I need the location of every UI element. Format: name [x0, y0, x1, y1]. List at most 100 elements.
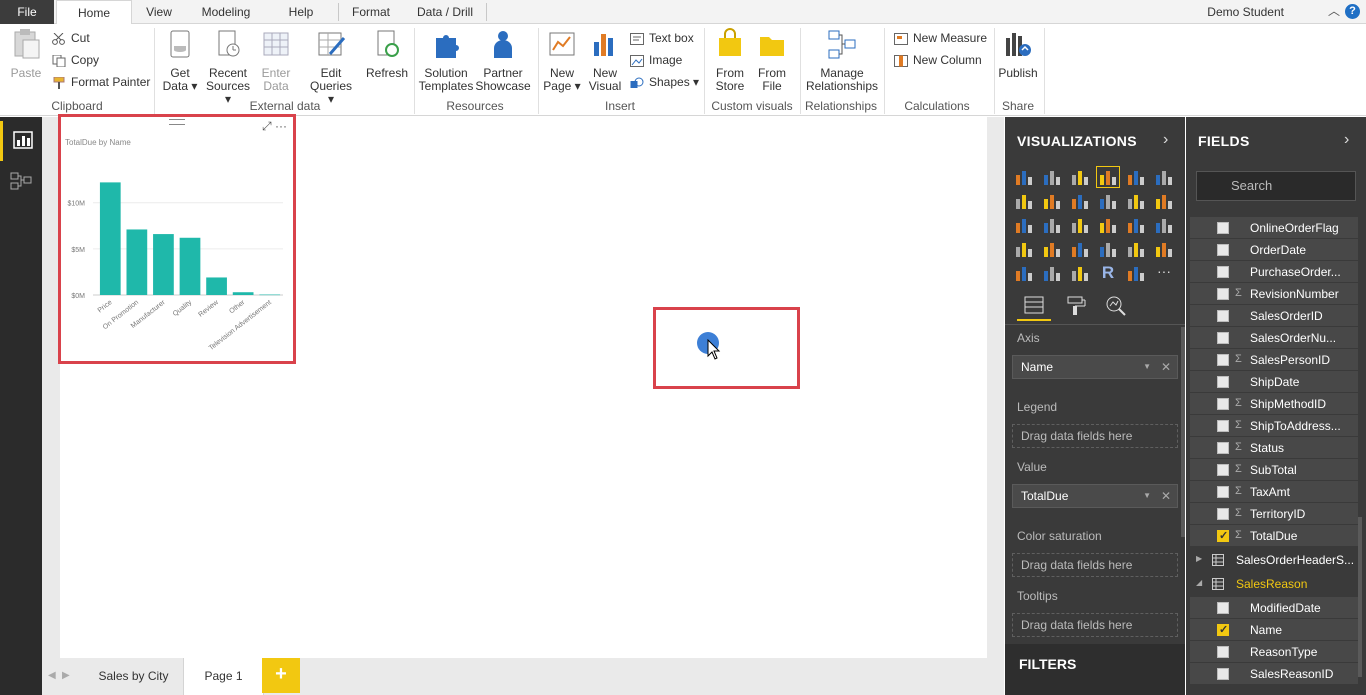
collapsed-arrow-icon[interactable]: ▶ — [1196, 554, 1202, 563]
treemap-chart-icon[interactable] — [1125, 215, 1147, 235]
tab-modeling[interactable]: Modeling — [190, 0, 262, 24]
field-checkbox[interactable] — [1217, 442, 1229, 454]
tab-view[interactable]: View — [136, 0, 182, 24]
field-checkbox[interactable] — [1217, 623, 1229, 636]
more-options-icon[interactable]: ··· — [275, 119, 287, 133]
multi-row-card-chart-icon[interactable] — [1125, 239, 1147, 259]
field-row[interactable]: Σ ShipToAddress... — [1190, 415, 1358, 437]
field-row[interactable]: Name — [1190, 619, 1358, 641]
table-row[interactable]: ▶ SalesOrderHeaderS... — [1190, 548, 1362, 572]
stacked-column-chart-icon[interactable] — [1041, 167, 1063, 187]
fields-scrollbar[interactable] — [1358, 517, 1362, 677]
copy-button[interactable]: Copy — [52, 50, 99, 70]
field-row[interactable]: Σ SalesPersonID — [1190, 349, 1358, 371]
field-row[interactable]: Σ ShipMethodID — [1190, 393, 1358, 415]
format-painter-button[interactable]: Format Painter — [52, 72, 150, 92]
kpi-chart-icon[interactable] — [1153, 239, 1175, 259]
publish-button[interactable]: Publish — [998, 28, 1038, 80]
waterfall-chart-icon[interactable] — [1013, 215, 1035, 235]
map-chart-icon[interactable] — [1153, 215, 1175, 235]
slicer-chart-icon[interactable] — [1013, 263, 1035, 283]
more-chart-icon[interactable]: ··· — [1153, 263, 1175, 283]
enter-data-button[interactable]: Enter Data — [256, 28, 296, 93]
chevron-up-icon[interactable]: ︿ — [1328, 0, 1340, 22]
cut-button[interactable]: Cut — [52, 28, 90, 48]
field-checkbox[interactable] — [1217, 508, 1229, 520]
r-script-chart-icon[interactable]: R — [1097, 263, 1119, 283]
globe-chart-icon[interactable] — [1125, 263, 1147, 283]
analytics-tab[interactable] — [1099, 293, 1133, 321]
field-checkbox[interactable] — [1217, 354, 1229, 366]
from-file-button[interactable]: From File — [752, 28, 792, 93]
table-chart-icon[interactable] — [1041, 263, 1063, 283]
field-checkbox[interactable] — [1217, 376, 1229, 388]
focus-mode-icon[interactable]: ⤢ — [262, 119, 272, 133]
format-tab[interactable] — [1059, 293, 1093, 321]
clustered-bar-chart-icon[interactable] — [1069, 167, 1091, 187]
next-page-arrow-icon[interactable]: ▶ — [62, 670, 70, 681]
edit-queries-button[interactable]: Edit Queries ▾ — [306, 28, 356, 106]
bar-chart-visual[interactable]: ⤢ ··· TotalDue by Name $10M $5M $0M Price On… — [58, 114, 296, 364]
partner-showcase-button[interactable]: Partner Showcase — [474, 28, 532, 93]
field-checkbox[interactable] — [1217, 646, 1229, 658]
field-row[interactable]: ShipDate — [1190, 371, 1358, 393]
collapse-visualizations-icon[interactable]: › — [1163, 131, 1168, 149]
collapse-fields-icon[interactable]: › — [1344, 131, 1349, 149]
from-store-button[interactable]: From Store — [710, 28, 750, 93]
canvas-scrollbar[interactable] — [988, 117, 1004, 658]
remove-icon[interactable]: ✕ — [1161, 356, 1171, 378]
field-checkbox[interactable] — [1217, 464, 1229, 476]
field-checkbox[interactable] — [1217, 668, 1229, 680]
fields-search-input[interactable]: Search — [1196, 171, 1356, 201]
user-name[interactable]: Demo Student — [1207, 0, 1284, 24]
text-box-button[interactable]: Text box — [630, 28, 694, 48]
tab-data-drill[interactable]: Data / Drill — [410, 0, 480, 24]
new-page-button[interactable]: New Page ▾ — [542, 28, 582, 93]
funnel-chart-icon[interactable] — [1041, 239, 1063, 259]
solution-templates-button[interactable]: Solution Templates — [418, 28, 474, 93]
new-visual-button[interactable]: New Visual — [586, 28, 624, 93]
stacked-area-chart-icon[interactable] — [1069, 191, 1091, 211]
dropdown-arrow-icon[interactable]: ▼ — [1143, 356, 1151, 378]
paste-button[interactable]: Paste — [8, 28, 44, 80]
recent-sources-button[interactable]: Recent Sources ▾ — [202, 28, 254, 106]
prev-page-arrow-icon[interactable]: ◀ — [48, 670, 56, 681]
value-well[interactable]: TotalDue ▼ ✕ — [1012, 484, 1178, 508]
field-checkbox[interactable] — [1217, 486, 1229, 498]
field-row[interactable]: Σ SubTotal — [1190, 459, 1358, 481]
tab-help[interactable]: Help — [278, 0, 324, 24]
fields-tab[interactable] — [1017, 293, 1051, 321]
report-view-button[interactable] — [0, 121, 42, 161]
field-row[interactable]: PurchaseOrder... — [1190, 261, 1358, 283]
legend-well[interactable]: Drag data fields here — [1012, 424, 1178, 448]
field-row[interactable]: ReasonType — [1190, 641, 1358, 663]
remove-icon[interactable]: ✕ — [1161, 485, 1171, 507]
field-checkbox[interactable] — [1217, 266, 1229, 278]
field-checkbox[interactable] — [1217, 420, 1229, 432]
table-row[interactable]: ◢ SalesReason — [1190, 572, 1362, 596]
field-checkbox[interactable] — [1217, 288, 1229, 300]
field-row[interactable]: ModifiedDate — [1190, 597, 1358, 619]
field-row[interactable]: SalesReasonID — [1190, 663, 1358, 685]
matrix-chart-icon[interactable] — [1069, 263, 1091, 283]
field-row[interactable]: Σ TerritoryID — [1190, 503, 1358, 525]
card-chart-icon[interactable] — [1097, 239, 1119, 259]
field-checkbox[interactable] — [1217, 332, 1229, 344]
refresh-button[interactable]: Refresh — [364, 28, 410, 80]
field-row[interactable]: OrderDate — [1190, 239, 1358, 261]
tab-format[interactable]: Format — [344, 0, 398, 24]
tab-file[interactable]: File — [0, 0, 54, 24]
donut-chart-icon[interactable] — [1097, 215, 1119, 235]
field-checkbox[interactable] — [1217, 398, 1229, 410]
field-row[interactable]: SalesOrderNu... — [1190, 327, 1358, 349]
100-stacked-bar-chart-icon[interactable] — [1125, 167, 1147, 187]
get-data-button[interactable]: Get Data ▾ — [160, 28, 200, 93]
new-measure-button[interactable]: New Measure — [894, 28, 987, 48]
scatter-chart-icon[interactable] — [1041, 215, 1063, 235]
shapes-button[interactable]: Shapes ▾ — [630, 72, 699, 92]
color-saturation-well[interactable]: Drag data fields here — [1012, 553, 1178, 577]
filled-map-chart-icon[interactable] — [1013, 239, 1035, 259]
ribbon-chart-icon[interactable] — [1153, 191, 1175, 211]
line-clustered-column-chart-icon[interactable] — [1125, 191, 1147, 211]
line-column-chart-icon[interactable] — [1097, 191, 1119, 211]
